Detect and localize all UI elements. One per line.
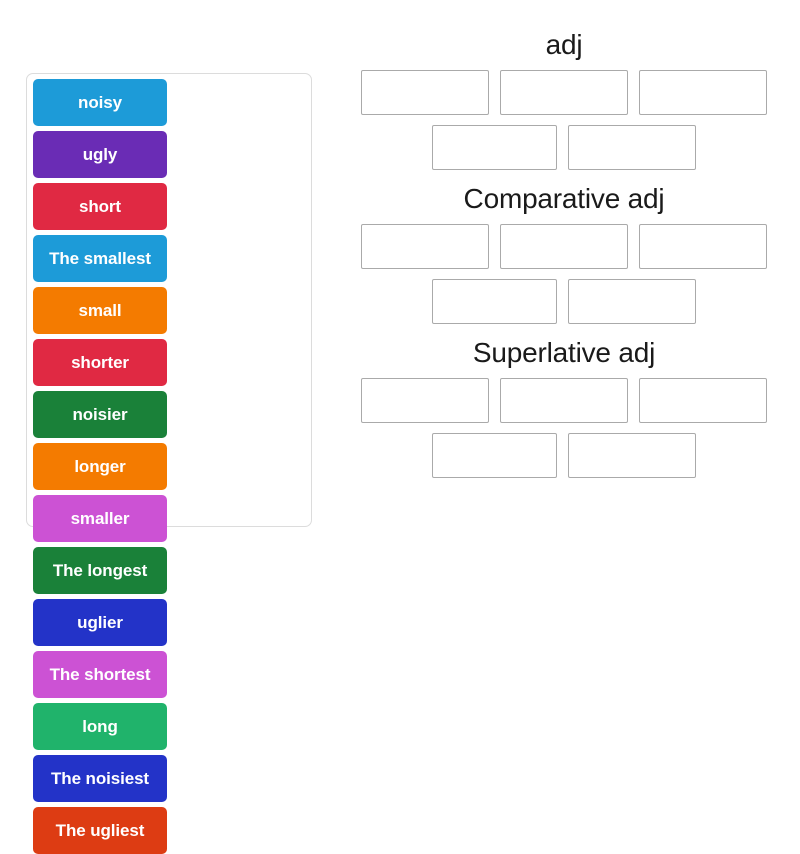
drop-slot[interactable] (500, 378, 628, 424)
word-tile[interactable]: uglier (33, 599, 167, 646)
drop-slot[interactable] (568, 279, 696, 325)
slot-row-top (340, 378, 788, 424)
slot-row-bottom (340, 279, 788, 325)
category-section: Superlative adj (340, 336, 788, 479)
word-tile[interactable]: The shortest (33, 651, 167, 698)
word-tile[interactable]: ugly (33, 131, 167, 178)
drop-slot[interactable] (361, 378, 489, 424)
category-title: Superlative adj (472, 337, 656, 369)
word-tile-grid: noisy ugly short The smallest small shorter no… (33, 79, 306, 854)
drop-slot[interactable] (432, 125, 557, 171)
word-tile[interactable]: smaller (33, 495, 167, 542)
word-tile[interactable]: noisier (33, 391, 167, 438)
category-section: Comparative adj (340, 182, 788, 325)
drop-slot[interactable] (361, 70, 489, 116)
drop-slot[interactable] (639, 70, 767, 116)
slot-row-bottom (340, 125, 788, 171)
category-columns: adj Comparative adj Superlative adj (340, 28, 788, 490)
drop-slot[interactable] (432, 433, 557, 479)
word-tile[interactable]: The ugliest (33, 807, 167, 854)
drop-slot[interactable] (500, 70, 628, 116)
word-tile[interactable]: The noisiest (33, 755, 167, 802)
slot-row-top (340, 70, 788, 116)
drop-slot[interactable] (361, 224, 489, 270)
word-tile[interactable]: longer (33, 443, 167, 490)
word-tile-panel: noisy ugly short The smallest small shorter no… (26, 73, 312, 854)
slot-row-top (340, 224, 788, 270)
drop-slot[interactable] (568, 125, 696, 171)
drop-slot[interactable] (500, 224, 628, 270)
word-tile[interactable]: shorter (33, 339, 167, 386)
word-tile[interactable]: The smallest (33, 235, 167, 282)
drop-slot[interactable] (568, 433, 696, 479)
drop-slot[interactable] (432, 279, 557, 325)
word-tile[interactable]: noisy (33, 79, 167, 126)
category-title: Comparative adj (463, 183, 665, 215)
slot-row-bottom (340, 433, 788, 479)
word-tile[interactable]: The longest (33, 547, 167, 594)
drop-slot[interactable] (639, 378, 767, 424)
word-tile[interactable]: short (33, 183, 167, 230)
drop-slot[interactable] (639, 224, 767, 270)
category-section: adj (340, 28, 788, 171)
word-tile[interactable]: small (33, 287, 167, 334)
category-title: adj (545, 29, 583, 60)
word-tile[interactable]: long (33, 703, 167, 750)
